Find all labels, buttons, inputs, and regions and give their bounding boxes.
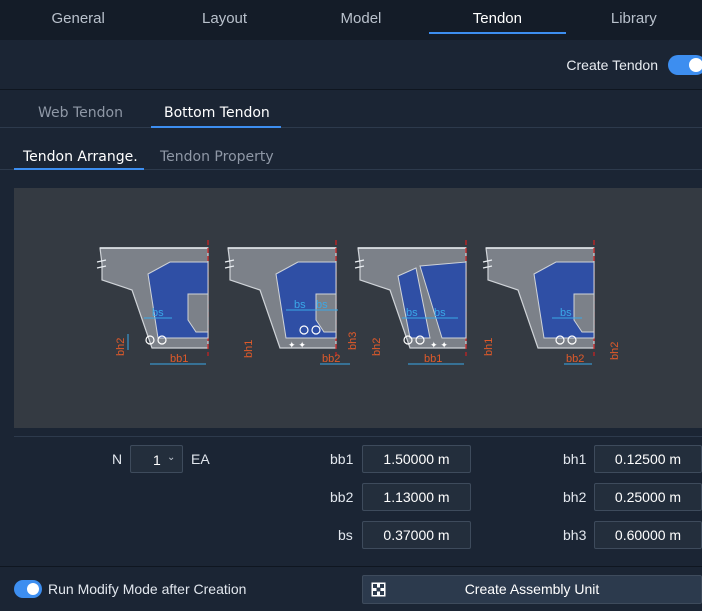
tab-tendon-arrange[interactable]: Tendon Arrange.	[23, 149, 138, 165]
footer-divider	[0, 566, 702, 567]
svg-text:✦ ✦: ✦ ✦	[430, 341, 448, 351]
section-2: ✦ ✦ bs bs bb2 bh1 bh3	[224, 239, 359, 365]
svg-text:bs: bs	[406, 307, 418, 319]
toggle-knob	[689, 58, 702, 72]
svg-text:bs: bs	[434, 307, 446, 319]
bb2-label: bb2	[330, 489, 354, 505]
svg-text:bh2: bh2	[609, 342, 621, 360]
svg-text:bh2: bh2	[115, 338, 127, 356]
tab-layout[interactable]: Layout	[156, 0, 292, 40]
n-label: N	[112, 451, 123, 467]
svg-text:bh1: bh1	[243, 340, 255, 358]
svg-text:bs: bs	[316, 299, 328, 311]
section-1: bs bb1 bh2	[96, 239, 209, 365]
bs-field[interactable]: 0.37000 m	[362, 521, 471, 549]
n-count-select[interactable]: 1 ⌄	[130, 445, 183, 473]
svg-text:bh2: bh2	[371, 338, 383, 356]
main-tab-bar: General Layout Model Tendon Library	[0, 0, 702, 40]
bh3-field[interactable]: 0.60000 m	[594, 521, 702, 549]
tab-tendon[interactable]: Tendon	[429, 0, 567, 40]
bh1-field[interactable]: 0.12500 m	[594, 445, 702, 473]
section-3: ✦ ✦ bs bs bb1 bh2 bh1	[354, 239, 495, 365]
tab-library[interactable]: Library	[566, 0, 702, 40]
tab-bottom-tendon[interactable]: Bottom Tendon	[164, 105, 270, 121]
bh2-field[interactable]: 0.25000 m	[594, 483, 702, 511]
bb1-label: bb1	[330, 451, 354, 467]
create-tendon-toggle[interactable]	[668, 55, 702, 75]
bh1-label: bh1	[563, 451, 587, 467]
svg-text:✦ ✦: ✦ ✦	[288, 341, 306, 351]
bs-label: bs	[338, 527, 353, 543]
svg-text:bb1: bb1	[424, 353, 442, 365]
create-tendon-label: Create Tendon	[566, 57, 658, 73]
assembly-unit-icon	[371, 582, 386, 597]
tendon-type-tabs: Web Tendon Bottom Tendon	[0, 91, 702, 128]
n-count-value: 1	[153, 452, 161, 468]
svg-text:bh3: bh3	[347, 332, 359, 350]
chevron-down-icon: ⌄	[167, 452, 176, 463]
create-assembly-unit-label: Create Assembly Unit	[464, 581, 600, 597]
svg-text:bs: bs	[152, 307, 164, 319]
create-assembly-unit-button[interactable]: Create Assembly Unit	[362, 575, 702, 604]
bb2-field[interactable]: 1.13000 m	[362, 483, 471, 511]
n-unit-label: EA	[191, 451, 210, 467]
create-tendon-row: Create Tendon	[0, 40, 702, 90]
svg-text:bs: bs	[294, 299, 306, 311]
svg-text:bs: bs	[560, 307, 572, 319]
toggle-knob	[27, 583, 39, 595]
tendon-detail-tabs: Tendon Arrange. Tendon Property	[0, 128, 702, 170]
bh2-label: bh2	[563, 489, 587, 505]
svg-text:bh1: bh1	[483, 338, 495, 356]
bb1-field[interactable]: 1.50000 m	[362, 445, 471, 473]
section-4: bs bb2 bh2	[482, 239, 621, 365]
svg-text:bb2: bb2	[566, 353, 584, 365]
section-divider	[14, 436, 702, 437]
tab-tendon-property[interactable]: Tendon Property	[160, 149, 274, 165]
tendon-arrangement-diagram: bs bb1 bh2 ✦ ✦ bs bs bb2 bh1 bh3 ✦ ✦ bs …	[14, 188, 702, 428]
run-modify-label: Run Modify Mode after Creation	[48, 581, 247, 597]
svg-text:bb1: bb1	[170, 353, 188, 365]
active-inner-tab-underline	[14, 168, 144, 170]
svg-text:bb2: bb2	[322, 353, 340, 365]
run-modify-toggle[interactable]	[14, 580, 42, 598]
tab-general[interactable]: General	[0, 0, 156, 40]
cross-section-diagrams: bs bb1 bh2 ✦ ✦ bs bs bb2 bh1 bh3 ✦ ✦ bs …	[96, 239, 621, 365]
tab-web-tendon[interactable]: Web Tendon	[38, 105, 123, 121]
bh3-label: bh3	[563, 527, 587, 543]
tab-model[interactable]: Model	[293, 0, 429, 40]
